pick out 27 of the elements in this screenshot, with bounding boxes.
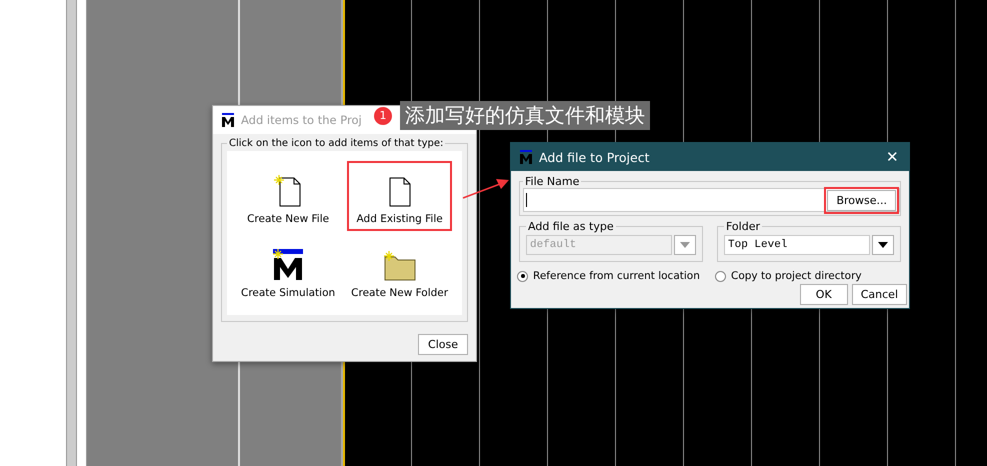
browse-button[interactable]: Browse...	[827, 190, 896, 210]
item-option[interactable]: Add Existing File	[347, 161, 452, 231]
folder-dropdown[interactable]: Top Level	[724, 235, 870, 255]
group-label: Folder	[725, 220, 761, 233]
radio-option[interactable]: Reference from current location	[517, 270, 715, 282]
item-option[interactable]: Create Simulation	[237, 239, 340, 305]
m-logo-icon	[221, 112, 235, 128]
group-label: Click on the icon to add items of that type:	[228, 138, 444, 149]
close-button[interactable]: Close	[418, 334, 468, 355]
file-name-field[interactable]: Browse...	[523, 188, 900, 212]
window-title: Add file to Project	[539, 150, 650, 164]
radio-option[interactable]: Copy to project directory	[715, 270, 895, 282]
dialog-button[interactable]: Cancel	[852, 284, 907, 305]
arrow-icon	[462, 176, 510, 200]
folder-icon	[382, 251, 417, 281]
item-option[interactable]: Create New File	[237, 161, 340, 231]
new-file-icon	[273, 175, 304, 207]
group-label: Add file as type	[527, 220, 615, 233]
close-button[interactable]: ✕	[884, 148, 901, 166]
callout-text: 添加写好的仿真文件和模块	[400, 101, 650, 130]
group-label: File Name	[524, 175, 580, 188]
window-title: Add items to the Proj	[241, 113, 362, 127]
dialog-button[interactable]: OK	[800, 284, 848, 305]
item-option[interactable]: Create New Folder	[347, 239, 452, 305]
file-icon	[388, 175, 412, 207]
simulation-icon	[272, 249, 304, 281]
m-logo-icon	[519, 150, 533, 164]
